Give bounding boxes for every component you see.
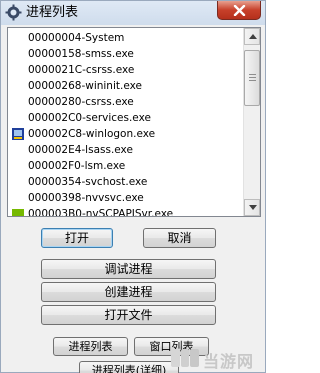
list-item[interactable]: 00000354-svchost.exe xyxy=(8,174,244,190)
list-item[interactable]: 000002C8-winlogon.exe xyxy=(8,126,244,142)
list-item-label: 000003B0-nvSCPAPISvr.exe xyxy=(28,208,174,217)
scroll-up-button[interactable] xyxy=(244,28,260,45)
list-item-label: 00000398-nvvsvc.exe xyxy=(28,192,144,204)
list-item[interactable]: 000003B0-nvSCPAPISvr.exe xyxy=(8,206,244,217)
list-item-label: 00000004-System xyxy=(28,32,125,44)
watermark-text: 当游网 xyxy=(203,352,255,371)
close-icon xyxy=(233,5,246,16)
watermark-logo-icon xyxy=(171,349,199,367)
list-item-label: 000002E4-lsass.exe xyxy=(28,144,133,156)
list-item[interactable]: 00000398-nvvsvc.exe xyxy=(8,190,244,206)
list-item[interactable]: 00000004-System xyxy=(8,30,244,46)
list-item-label: 00000268-wininit.exe xyxy=(28,80,142,92)
list-item-label: 000002C8-winlogon.exe xyxy=(28,128,156,140)
arrow-up-icon xyxy=(249,34,257,39)
process-list-dialog: 进程列表 00000004-System 00000158-smss.exe 000… xyxy=(0,0,266,373)
winlogon-icon xyxy=(11,127,25,141)
process-list-button[interactable]: 进程列表 xyxy=(53,337,128,356)
close-button[interactable] xyxy=(217,1,261,20)
title-bar[interactable]: 进程列表 xyxy=(1,1,265,25)
nvidia-icon xyxy=(11,207,25,216)
list-item-label: 0000021C-csrss.exe xyxy=(28,64,135,76)
process-list-detail-button[interactable]: 进程列表(详细) xyxy=(79,361,179,373)
arrow-down-icon xyxy=(249,205,257,210)
cheat-engine-icon xyxy=(5,4,22,21)
open-file-button[interactable]: 打开文件 xyxy=(41,305,216,325)
list-item[interactable]: 00000280-csrss.exe xyxy=(8,94,244,110)
list-item[interactable]: 000002F0-lsm.exe xyxy=(8,158,244,174)
open-button[interactable]: 打开 xyxy=(41,228,113,248)
scroll-thumb[interactable] xyxy=(244,50,260,106)
debug-process-button[interactable]: 调试进程 xyxy=(41,259,216,279)
list-item[interactable]: 000002E4-lsass.exe xyxy=(8,142,244,158)
list-item-label: 00000158-smss.exe xyxy=(28,48,134,60)
list-item-label: 000002C0-services.exe xyxy=(28,112,151,124)
list-item[interactable]: 000002C0-services.exe xyxy=(8,110,244,126)
list-item[interactable]: 00000268-wininit.exe xyxy=(8,78,244,94)
cancel-button[interactable]: 取消 xyxy=(143,228,216,248)
list-item[interactable]: 00000158-smss.exe xyxy=(8,46,244,62)
list-item-label: 000002F0-lsm.exe xyxy=(28,160,126,172)
process-listbox[interactable]: 00000004-System 00000158-smss.exe 0000021C… xyxy=(7,27,261,217)
watermark: 当游网 xyxy=(170,344,266,373)
scroll-down-button[interactable] xyxy=(244,199,260,216)
list-item[interactable]: 0000021C-csrss.exe xyxy=(8,62,244,78)
create-process-button[interactable]: 创建进程 xyxy=(41,282,216,302)
vertical-scrollbar[interactable] xyxy=(243,28,260,216)
list-item-label: 00000280-csrss.exe xyxy=(28,96,134,108)
list-item-label: 00000354-svchost.exe xyxy=(28,176,148,188)
window-title: 进程列表 xyxy=(26,5,79,20)
